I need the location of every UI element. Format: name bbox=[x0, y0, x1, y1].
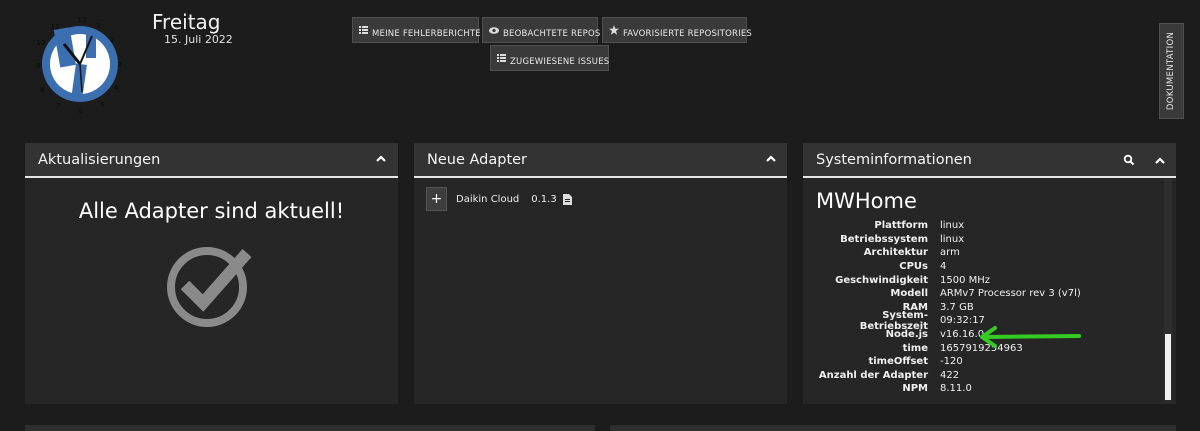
table-row: NPM 8.11.0 bbox=[815, 382, 1155, 396]
chevron-up-icon[interactable] bbox=[1153, 154, 1167, 168]
info-value: 3.7 GB bbox=[940, 301, 974, 313]
chevron-up-icon[interactable] bbox=[374, 152, 388, 166]
documentation-label: DOKUMENTATION bbox=[1166, 31, 1177, 111]
info-key: NPM bbox=[902, 383, 928, 395]
info-key: Plattform bbox=[874, 220, 928, 232]
info-value: 422 bbox=[940, 369, 960, 381]
svg-text:6: 6 bbox=[78, 107, 83, 115]
updates-card-title: Aktualisierungen bbox=[38, 151, 161, 168]
documentation-button[interactable]: DOKUMENTATION bbox=[1159, 23, 1184, 119]
svg-text:9: 9 bbox=[36, 62, 41, 70]
svg-text:8: 8 bbox=[40, 86, 45, 94]
info-value: 8.11.0 bbox=[940, 383, 972, 395]
updates-card-header: Aktualisierungen bbox=[25, 143, 398, 178]
info-key: time bbox=[902, 342, 928, 354]
my-bug-reports-label: MEINE FEHLERBERICHTE bbox=[372, 28, 481, 39]
system-info-table: Plattform linux Betriebssystem linux Archite… bbox=[815, 219, 1155, 396]
favorite-repos-label: FAVORISIERTE REPOSITORIES bbox=[623, 28, 753, 39]
watched-repos-button[interactable]: BEOBACHTETE REPOS bbox=[482, 17, 601, 43]
svg-text:11: 11 bbox=[50, 23, 60, 31]
clock-logo: 1212 345 678 91011 bbox=[36, 16, 122, 115]
search-icon[interactable] bbox=[1123, 154, 1135, 166]
info-value: ARMv7 Processor rev 3 (v7l) bbox=[940, 288, 1081, 300]
info-value: 4 bbox=[940, 261, 947, 273]
info-key: Geschwindigkeit bbox=[835, 274, 928, 286]
svg-text:3: 3 bbox=[117, 61, 122, 69]
sysinfo-card-header: Systeminformationen bbox=[803, 143, 1176, 178]
info-key: Anzahl der Adapter bbox=[818, 369, 928, 381]
svg-text:10: 10 bbox=[36, 39, 46, 47]
svg-text:5: 5 bbox=[100, 101, 105, 109]
new-adapters-card-header: Neue Adapter bbox=[414, 143, 787, 178]
star-icon bbox=[609, 25, 619, 35]
info-value: linux bbox=[940, 233, 965, 245]
svg-text:4: 4 bbox=[114, 84, 119, 92]
table-row: CPUs 4 bbox=[815, 260, 1155, 274]
favorite-repos-button[interactable]: FAVORISIERTE REPOSITORIES bbox=[602, 17, 752, 43]
sysinfo-card-title: Systeminformationen bbox=[816, 151, 972, 168]
bottom-card-left bbox=[25, 425, 595, 431]
list-icon bbox=[497, 53, 506, 63]
date-label: 15. Juli 2022 bbox=[164, 33, 233, 46]
svg-text:7: 7 bbox=[56, 102, 61, 110]
table-row: Architektur arm bbox=[815, 246, 1155, 260]
table-row: Anzahl der Adapter 422 bbox=[815, 369, 1155, 383]
table-row: Geschwindigkeit 1500 MHz bbox=[815, 273, 1155, 287]
install-adapter-button[interactable]: + bbox=[426, 187, 447, 211]
svg-text:12: 12 bbox=[77, 16, 87, 24]
assigned-issues-label: ZUGEWIESENE ISSUES bbox=[510, 56, 610, 67]
eye-icon bbox=[489, 25, 499, 35]
adapter-version: 0.1.3 bbox=[531, 193, 557, 205]
bottom-card-right bbox=[610, 425, 1176, 431]
list-item: + Daikin Cloud 0.1.3 bbox=[426, 187, 572, 211]
weekday-label: Freitag bbox=[152, 10, 221, 34]
scrollbar-thumb[interactable] bbox=[1165, 334, 1171, 400]
new-adapters-card-title: Neue Adapter bbox=[427, 151, 528, 168]
info-key: timeOffset bbox=[868, 356, 928, 368]
arrow-annotation bbox=[980, 326, 1081, 348]
svg-text:2: 2 bbox=[110, 36, 115, 44]
info-key: Modell bbox=[890, 288, 928, 300]
assigned-issues-button[interactable]: ZUGEWIESENE ISSUES bbox=[490, 45, 609, 71]
list-icon bbox=[359, 25, 368, 35]
new-adapters-card: Neue Adapter + Daikin Cloud 0.1.3 bbox=[414, 143, 787, 404]
info-value: arm bbox=[940, 247, 960, 259]
chevron-up-icon[interactable] bbox=[764, 152, 778, 166]
watched-repos-label: BEOBACHTETE REPOS bbox=[503, 28, 601, 39]
info-key: CPUs bbox=[899, 261, 928, 273]
svg-text:1: 1 bbox=[96, 22, 101, 30]
scrollbar[interactable] bbox=[1164, 179, 1172, 402]
hostname: MWHome bbox=[816, 189, 917, 213]
sysinfo-card: Systeminformationen MWHome Plattform linu… bbox=[803, 143, 1176, 404]
info-value: 09:32:17 bbox=[940, 315, 985, 327]
table-row: timeOffset -120 bbox=[815, 355, 1155, 369]
table-row: Plattform linux bbox=[815, 219, 1155, 233]
checkmark-icon bbox=[167, 247, 252, 327]
table-row: Betriebssystem linux bbox=[815, 233, 1155, 247]
updates-card: Aktualisierungen Alle Adapter sind aktue… bbox=[25, 143, 398, 404]
info-key: Architektur bbox=[863, 247, 928, 259]
info-key: Betriebssystem bbox=[840, 233, 928, 245]
info-value: 1500 MHz bbox=[940, 274, 991, 286]
all-up-to-date-message: Alle Adapter sind aktuell! bbox=[78, 199, 345, 223]
info-value: -120 bbox=[940, 356, 963, 368]
my-bug-reports-button[interactable]: MEINE FEHLERBERICHTE bbox=[352, 17, 481, 43]
table-row: Modell ARMv7 Processor rev 3 (v7l) bbox=[815, 287, 1155, 301]
adapter-name: Daikin Cloud bbox=[456, 193, 520, 205]
info-key: Node.js bbox=[885, 329, 928, 341]
document-icon[interactable] bbox=[562, 193, 572, 205]
info-value: linux bbox=[940, 220, 965, 232]
